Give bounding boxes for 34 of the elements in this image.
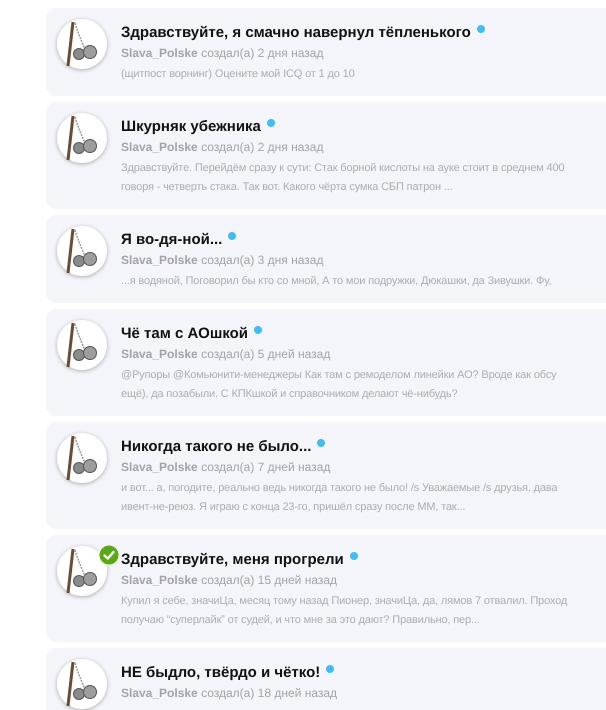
topic-title[interactable]: Шкурняк убежника (121, 118, 261, 134)
topic-card[interactable]: Здравствуйте, я смачно навернул тёпленького Slava_Polske создал(а) 2 дня назад (щитпост ворнинг) Оцените мой ICQ от 1 до 10 (46, 8, 606, 96)
topic-excerpt: Купил я себе, значиЦа, месяц тому назад Пионер, значиЦа, да, лямов 7 отвалил. Проход получаю “суперлайк” от судей, и что мне за это дают? Правильно, пер... (121, 594, 568, 628)
topic-excerpt: ...я водяной, Поговорил бы кто со мной, А то мои подружки, Дюкашки, да Зивушки. Фу, (121, 274, 552, 289)
topic-card[interactable]: Чё там с АОшкой Slava_Polske создал(а) 5 дней назад @Рупоры @Комьюнити-менеджеры Как там с ремоделом линейки АО? Вроде как обсу ещё), да позабыли. С КПКшкой и справочником делают чё-нибудь? (46, 309, 606, 416)
topic-title[interactable]: Я во-дя-ной... (121, 230, 222, 248)
topic-card[interactable] (46, 102, 606, 209)
topic-card[interactable] (46, 535, 606, 642)
topic-title[interactable]: Чё там с АОшкой (121, 324, 248, 342)
avatar-icon (56, 112, 108, 164)
topic-excerpt: Здравствуйте. Перейдём сразу к сути: Стак борной кислоты на ауке стоит в среднем 400 говоря - четверть стака. Так вот. Какого чёрта сумка СБП патрон ... (121, 161, 564, 195)
avatar-icon (56, 319, 108, 371)
topic-meta: Slava_Polske создал(а) 18 дней назад (121, 686, 338, 700)
topic-card[interactable]: Я во-дя-ной... Slava_Polske создал(а) 3 дня назад ...я водяной, Поговорил бы кто со мной, А то мои подружки, Дюкашки, да Зивушки. Фу, (46, 215, 606, 303)
topic-meta: Slava_Polske создал(а) 5 дней назад (121, 347, 332, 361)
avatar-icon (56, 545, 108, 597)
avatar-icon (56, 432, 108, 484)
topic-card[interactable]: НЕ быдло, твёрдо и чётко! Slava_Polske создал(а) 18 дней назад (46, 648, 606, 710)
topic-excerpt: и вот... а, погодите, реально ведь никогда такого не было! /s Уважаемые /s друзья, дава ивент-не-реюз. Я играю с конца 23-го, пришёл сразу после ММ, так... (121, 481, 558, 515)
topic-title[interactable]: НЕ быдло, твёрдо и чётко! (121, 664, 320, 680)
topic-title[interactable]: Здравствуйте, я смачно навернул тёпленького (121, 24, 471, 40)
topic-title[interactable]: Никогда такого не было... (121, 438, 312, 454)
topic-meta: Slava_Polske создал(а) 2 дня назад (121, 140, 324, 154)
avatar-icon (56, 658, 108, 710)
avatar-icon (56, 225, 108, 277)
topic-meta: Slava_Polske создал(а) 3 дня назад (121, 253, 324, 267)
topic-meta: Slava_Polske создал(а) 15 дней назад (121, 573, 338, 587)
topic-card[interactable] (46, 422, 606, 529)
topic-excerpt: (щитпост ворнинг) Оцените мой ICQ от 1 до 10 (121, 67, 356, 82)
avatar-icon (56, 18, 108, 70)
topic-excerpt: @Рупоры @Комьюнити-менеджеры Как там с ремоделом линейки АО? Вроде как обсу ещё), да позабыли. С КПКшкой и справочником делают чё-нибудь? (121, 368, 557, 402)
topic-meta: Slava_Polske создал(а) 2 дня назад (121, 46, 324, 60)
topic-meta: Slava_Polske создал(а) 7 дней назад (121, 460, 332, 474)
topic-title[interactable]: Здравствуйте, меня прогрели (121, 550, 344, 568)
